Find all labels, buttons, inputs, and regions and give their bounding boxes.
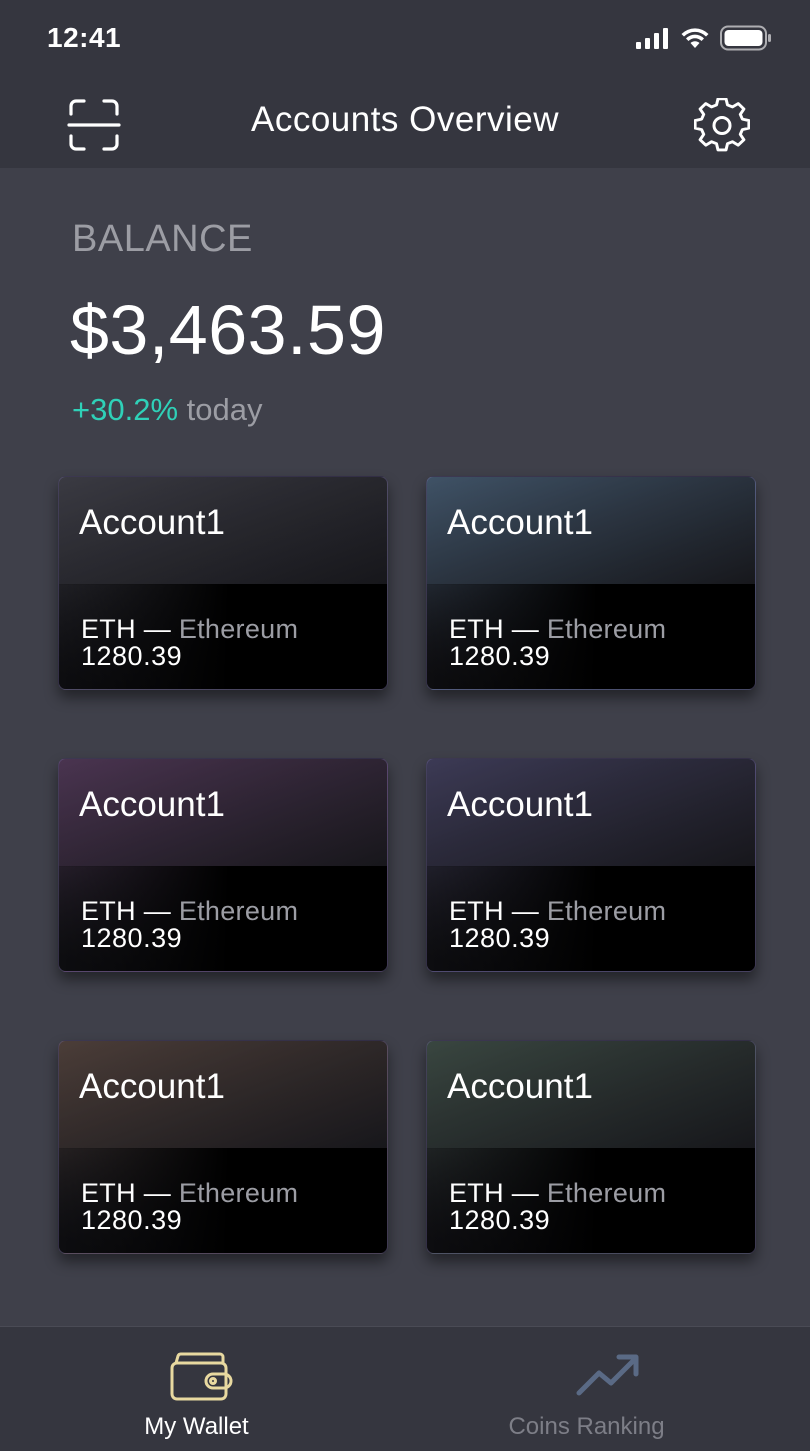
account-card-title: Account1	[447, 503, 593, 542]
coin-symbol: ETH	[449, 896, 504, 926]
tab-coins-ranking[interactable]: Coins Ranking	[405, 1327, 810, 1451]
tab-bar: My Wallet Coins Ranking	[0, 1326, 810, 1451]
battery-icon	[720, 25, 771, 51]
gear-icon[interactable]	[693, 97, 751, 152]
balance-change-percent: +30.2%	[72, 392, 179, 427]
trending-up-icon	[573, 1351, 643, 1403]
coin-separator: —	[503, 614, 547, 644]
balance-label: BALANCE	[72, 218, 253, 260]
wifi-icon	[681, 28, 709, 48]
account-card-value: 1280.39	[449, 641, 551, 671]
coin-name: Ethereum	[178, 1178, 299, 1208]
wallet-icon	[168, 1351, 238, 1403]
balance-change-period: today	[178, 392, 263, 427]
coin-name: Ethereum	[178, 896, 299, 926]
account-card-value: 1280.39	[449, 923, 551, 953]
coin-separator: —	[135, 1178, 179, 1208]
tab-label: My Wallet	[144, 1413, 249, 1440]
account-card-title: Account1	[447, 785, 593, 824]
status-time: 12:41	[47, 22, 122, 53]
account-card-value: 1280.39	[81, 641, 183, 671]
account-card[interactable]: Account1 ETH — Ethereum 1280.39	[426, 476, 756, 690]
coin-symbol: ETH	[81, 896, 136, 926]
account-card[interactable]: Account1 ETH — Ethereum 1280.39	[58, 758, 388, 972]
account-card[interactable]: Account1 ETH — Ethereum 1280.39	[58, 1040, 388, 1254]
coin-separator: —	[503, 1178, 547, 1208]
coin-separator: —	[503, 896, 547, 926]
page-title: Accounts Overview	[250, 100, 560, 139]
coin-name: Ethereum	[546, 1178, 667, 1208]
account-card[interactable]: Account1 ETH — Ethereum 1280.39	[426, 1040, 756, 1254]
status-bar: 12:41	[0, 0, 810, 78]
coin-name: Ethereum	[546, 614, 667, 644]
account-card-title: Account1	[447, 1067, 593, 1106]
balance-amount: $3,463.59	[70, 291, 386, 369]
coin-separator: —	[135, 614, 179, 644]
coin-symbol: ETH	[81, 1178, 136, 1208]
account-card-title: Account1	[79, 785, 225, 824]
cellular-signal-icon	[636, 28, 668, 49]
coin-name: Ethereum	[546, 896, 667, 926]
coin-symbol: ETH	[81, 614, 136, 644]
tab-my-wallet[interactable]: My Wallet	[0, 1327, 405, 1451]
balance-change: +30.2% today	[72, 392, 262, 428]
account-card-title: Account1	[79, 503, 225, 542]
tab-label: Coins Ranking	[508, 1413, 665, 1440]
account-card[interactable]: Account1 ETH — Ethereum 1280.39	[426, 758, 756, 972]
coin-symbol: ETH	[449, 1178, 504, 1208]
status-icons	[636, 24, 772, 52]
account-card-title: Account1	[79, 1067, 225, 1106]
coin-symbol: ETH	[449, 614, 504, 644]
coin-separator: —	[135, 896, 179, 926]
coin-name: Ethereum	[178, 614, 299, 644]
nav-bar: Accounts Overview	[0, 78, 810, 168]
account-card-value: 1280.39	[449, 1205, 551, 1235]
account-card[interactable]: Account1 ETH — Ethereum 1280.39	[58, 476, 388, 690]
account-card-value: 1280.39	[81, 923, 183, 953]
account-card-value: 1280.39	[81, 1205, 183, 1235]
